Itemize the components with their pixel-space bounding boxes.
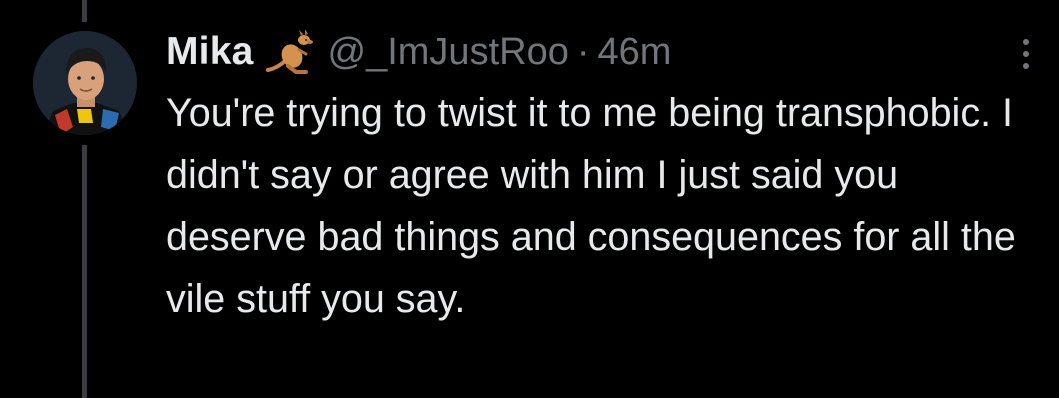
thread-line-bottom [82, 145, 87, 398]
avatar-image [33, 31, 137, 135]
more-vertical-icon[interactable] [1006, 34, 1046, 74]
thread-line-top [82, 0, 87, 22]
avatar[interactable] [33, 31, 137, 135]
separator-dot: · [576, 30, 590, 73]
tweet-card[interactable]: Mika @_ImJustRoo · 46m You're trying to … [0, 0, 1059, 398]
author-name[interactable]: Mika [166, 30, 254, 74]
author-handle[interactable]: @_ImJustRoo [328, 31, 569, 74]
kangaroo-icon [265, 29, 318, 74]
tweet-text: You're trying to twist it to me being tr… [166, 91, 1016, 321]
tweet-header: Mika @_ImJustRoo · 46m [166, 26, 671, 78]
timestamp[interactable]: 46m [598, 31, 672, 74]
